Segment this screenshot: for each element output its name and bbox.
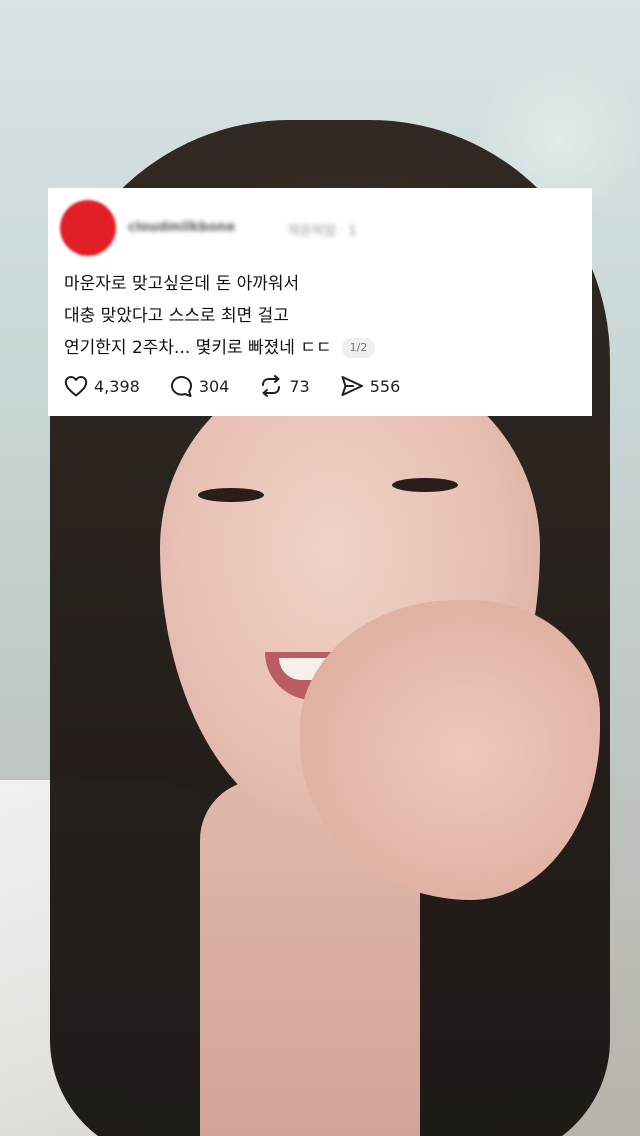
username[interactable]: cloudmilkbone [128, 220, 235, 235]
share-count: 556 [369, 376, 401, 396]
repost-icon [262, 375, 281, 397]
page-indicator: 1/2 [341, 338, 376, 358]
like-button[interactable]: 4,398 [64, 375, 140, 397]
heart-icon [64, 376, 88, 397]
post-line-text: 연기한지 2주차... 몇키로 빠졌네 ㄷㄷ [64, 338, 332, 358]
action-bar: 4,398 304 73 556 [64, 374, 400, 398]
share-button[interactable]: 556 [340, 375, 401, 397]
background-left-eye [198, 488, 264, 502]
repost-button[interactable]: 73 [259, 374, 310, 398]
comment-bubble-icon [170, 375, 192, 397]
post-card[interactable]: cloudmilkbone 작은작업 · 1 마운자로 맞고싶은데 돈 아까워서… [48, 188, 592, 416]
story-screen: cloudmilkbone 작은작업 · 1 마운자로 맞고싶은데 돈 아까워서… [0, 0, 640, 1136]
post-line: 연기한지 2주차... 몇키로 빠졌네 ㄷㄷ 1/2 [64, 332, 376, 364]
like-count: 4,398 [94, 376, 140, 396]
post-line: 대충 맞았다고 스스로 최면 걸고 [64, 306, 289, 326]
post-body: 마운자로 맞고싶은데 돈 아까워서 대충 맞았다고 스스로 최면 걸고 연기한지… [64, 268, 376, 364]
send-icon [341, 376, 363, 396]
post-meta: 작은작업 · 1 [288, 224, 357, 239]
avatar[interactable] [60, 200, 116, 256]
background-right-eye [392, 478, 458, 492]
repost-count: 73 [289, 376, 310, 396]
post-line: 마운자로 맞고싶은데 돈 아까워서 [64, 274, 300, 294]
comment-count: 304 [198, 376, 230, 396]
comment-button[interactable]: 304 [170, 375, 230, 398]
